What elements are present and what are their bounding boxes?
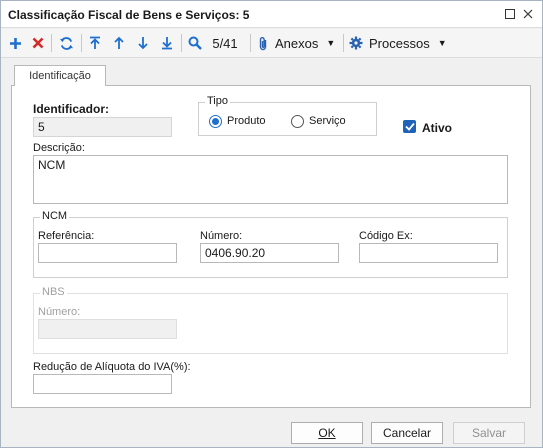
gear-icon — [349, 36, 363, 50]
ncm-numero-label: Número: — [200, 230, 243, 242]
toolbar-separator — [181, 34, 182, 52]
ncm-numero-field[interactable]: 0406.90.20 — [200, 243, 339, 263]
descricao-textarea[interactable]: NCM — [33, 155, 508, 204]
ncm-group: NCM Referência: Número: 0406.90.20 Códig… — [33, 210, 508, 278]
identificador-field[interactable]: 5 — [33, 117, 172, 137]
record-counter[interactable]: 5/41 — [208, 32, 242, 54]
ncm-codigo-ex-label: Código Ex: — [359, 230, 413, 242]
nbs-numero-label: Número: — [38, 306, 81, 318]
reducao-label: Redução de Alíquota do IVA(%): — [33, 361, 191, 373]
anexos-menu-button[interactable]: Anexos ▼ — [257, 32, 341, 54]
reducao-field[interactable] — [33, 374, 172, 394]
toolbar-separator — [250, 34, 251, 52]
ncm-group-title: NCM — [40, 210, 70, 222]
anexos-label: Anexos — [275, 35, 319, 51]
nbs-group-title: NBS — [40, 286, 67, 298]
processos-label: Processos — [369, 35, 430, 51]
maximize-icon[interactable] — [501, 5, 519, 23]
tipo-produto-label[interactable]: Produto — [227, 115, 266, 127]
cancelar-label: Cancelar — [382, 426, 432, 440]
ativo-label[interactable]: Ativo — [422, 121, 452, 135]
dropdown-caret-icon: ▼ — [326, 38, 336, 48]
tab-identificacao[interactable]: Identificação — [14, 65, 106, 86]
ncm-referencia-label: Referência: — [38, 230, 95, 242]
last-record-icon[interactable] — [158, 32, 176, 54]
ncm-referencia-field[interactable] — [38, 243, 177, 263]
descricao-label: Descrição: — [33, 142, 85, 154]
tipo-servico-label[interactable]: Serviço — [309, 115, 346, 127]
nbs-numero-field — [38, 319, 177, 339]
toolbar-separator — [81, 34, 82, 52]
identificador-label: Identificador: — [33, 102, 110, 116]
dropdown-caret-icon: ▼ — [437, 38, 447, 48]
first-record-icon[interactable] — [86, 32, 104, 54]
salvar-label: Salvar — [471, 426, 506, 440]
ok-label: OK — [318, 426, 336, 440]
nbs-group: NBS Número: — [33, 286, 508, 354]
paperclip-icon — [259, 36, 267, 50]
previous-record-icon[interactable] — [110, 32, 128, 54]
toolbar: 5/41 Anexos ▼ Processos ▼ — [1, 29, 542, 58]
tipo-group-title: Tipo — [205, 95, 230, 107]
tab-content-panel: Identificador: 5 Tipo Produto Serviço At… — [11, 85, 531, 408]
window-title: Classificação Fiscal de Bens e Serviços:… — [8, 8, 250, 22]
toolbar-separator — [51, 34, 52, 52]
next-record-icon[interactable] — [134, 32, 152, 54]
ncm-codigo-ex-field[interactable] — [359, 243, 498, 263]
check-icon — [404, 122, 415, 131]
search-icon[interactable] — [186, 32, 204, 54]
processos-menu-button[interactable]: Processos ▼ — [349, 32, 449, 54]
close-icon[interactable] — [519, 5, 537, 23]
ativo-checkbox[interactable] — [403, 120, 416, 133]
refresh-icon[interactable] — [56, 32, 76, 54]
ok-button[interactable]: OK — [291, 422, 363, 444]
cancelar-button[interactable]: Cancelar — [371, 422, 443, 444]
toolbar-separator — [343, 34, 344, 52]
tipo-produto-radio[interactable] — [209, 115, 222, 128]
tipo-servico-radio[interactable] — [291, 115, 304, 128]
tipo-group: Tipo Produto Serviço — [198, 95, 377, 136]
dialog-window: Classificação Fiscal de Bens e Serviços:… — [0, 0, 543, 448]
delete-icon[interactable] — [29, 32, 47, 54]
title-bar: Classificação Fiscal de Bens e Serviços:… — [1, 1, 542, 28]
add-icon[interactable] — [6, 32, 24, 54]
salvar-button: Salvar — [453, 422, 525, 444]
